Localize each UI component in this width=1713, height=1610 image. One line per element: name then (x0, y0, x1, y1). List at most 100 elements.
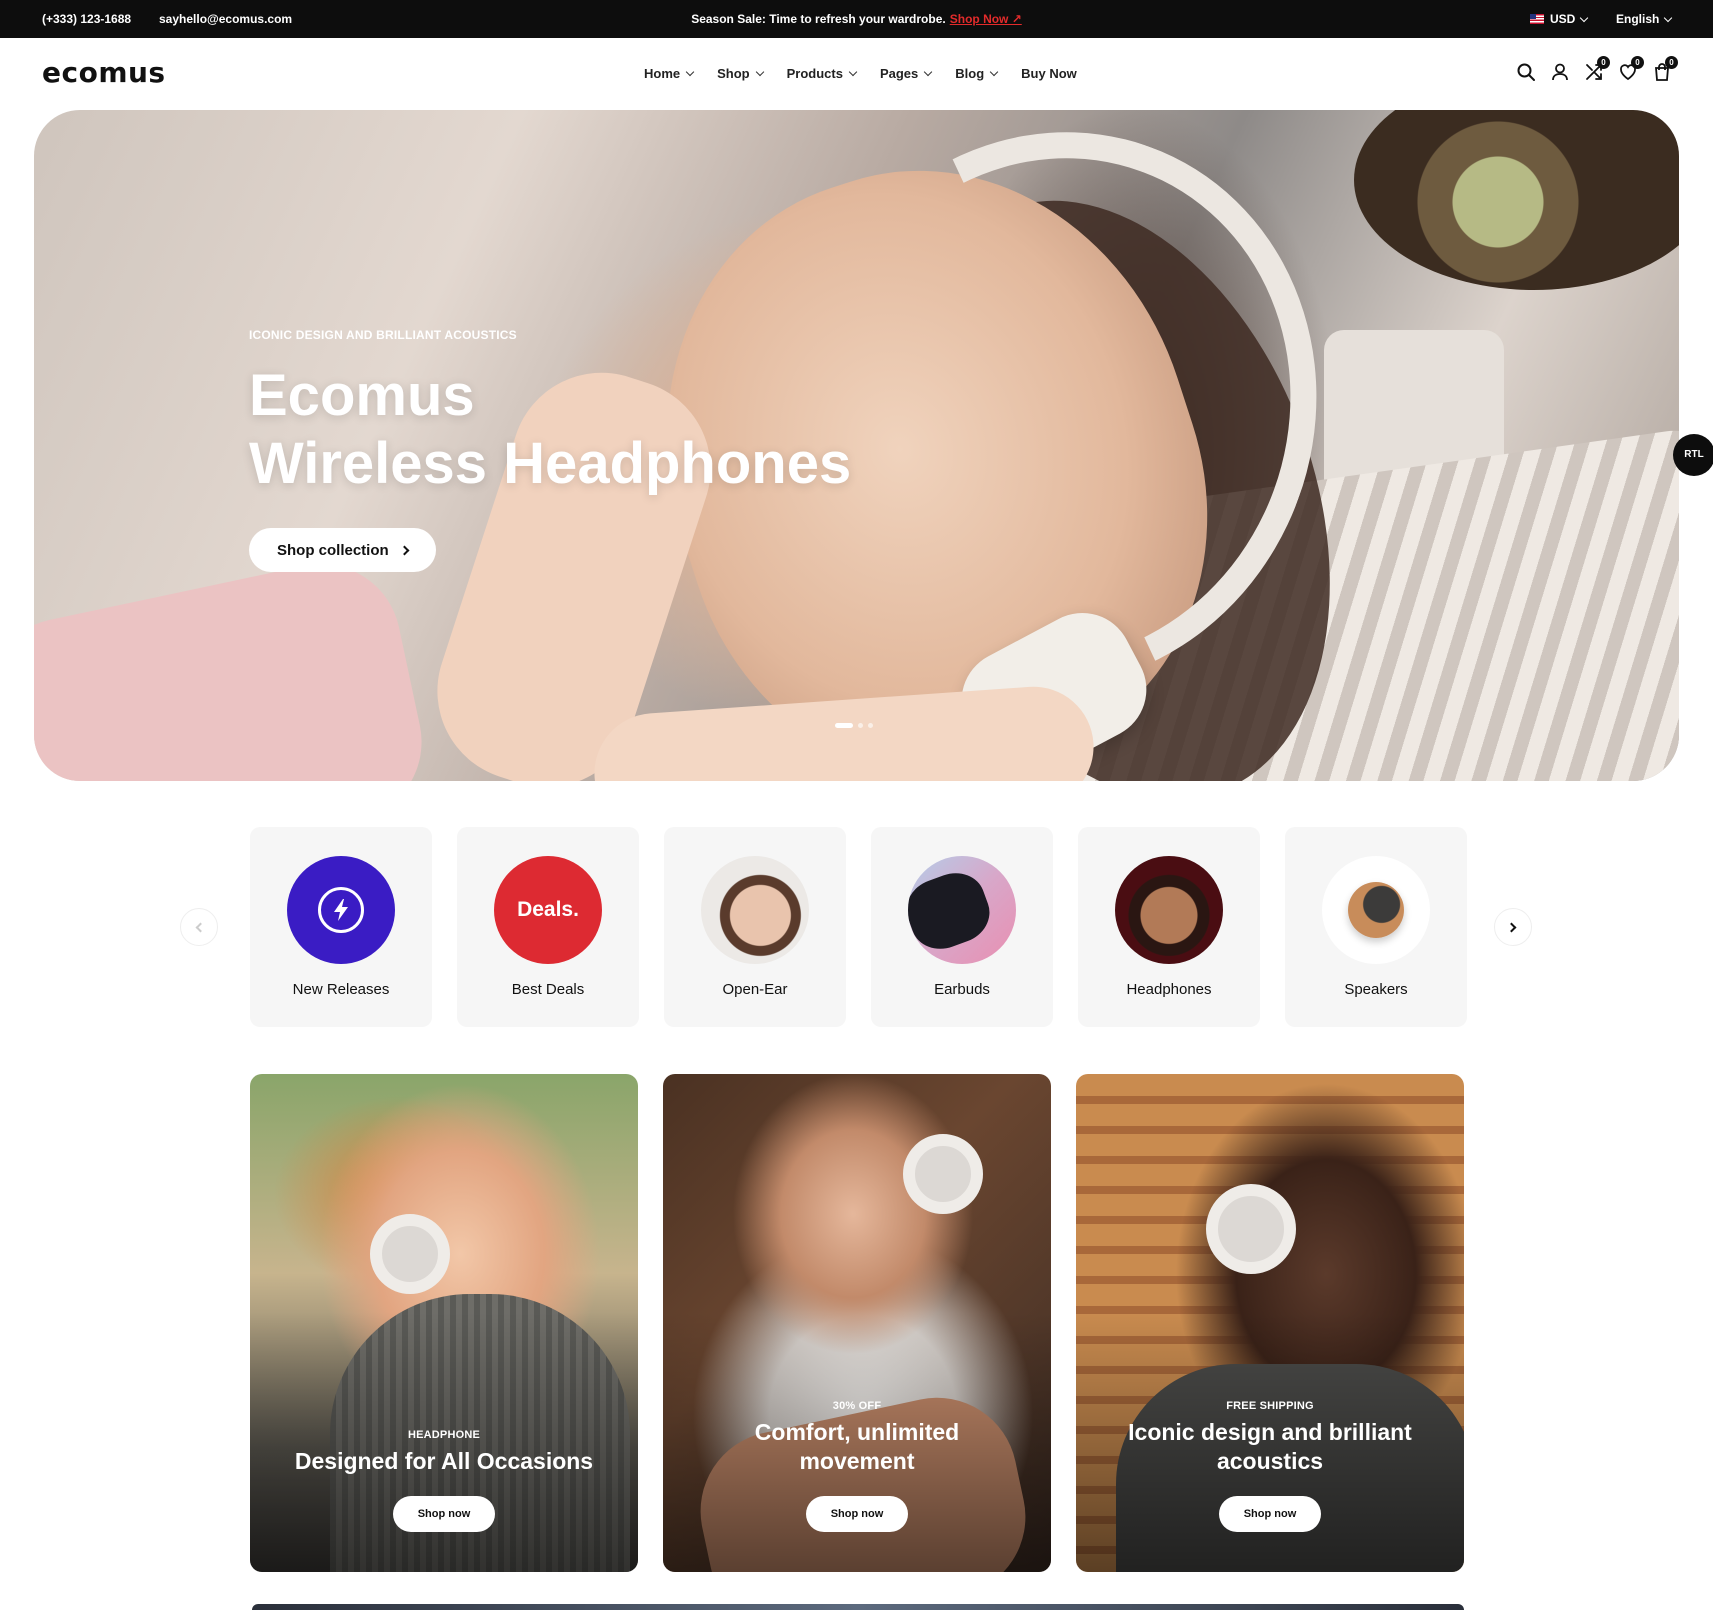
hero-content: ICONIC DESIGN AND BRILLIANT ACOUSTICS Ec… (249, 328, 851, 572)
promo-text: Season Sale: Time to refresh your wardro… (691, 12, 946, 26)
currency-selector[interactable]: USD (1530, 12, 1589, 26)
category-open-ear[interactable]: Open-Ear (664, 827, 846, 1027)
speakers-image (1322, 856, 1430, 964)
account-icon[interactable] (1550, 62, 1570, 84)
nav-item-pages[interactable]: Pages (879, 66, 933, 81)
chevron-right-icon (399, 545, 410, 555)
promo-heading: Comfort, unlimited movement (754, 1419, 960, 1474)
category-label: New Releases (292, 981, 390, 998)
nav-item-home[interactable]: Home (644, 66, 695, 81)
next-section-banner (252, 1604, 1464, 1610)
slider-dot-3[interactable] (868, 723, 873, 728)
categories-prev-button[interactable] (180, 908, 218, 946)
category-label: Earbuds (934, 981, 990, 998)
shop-now-link[interactable]: Shop Now ↗ (950, 12, 1022, 26)
shop-now-button[interactable]: Shop now (392, 1496, 496, 1532)
headphone-earcup-image (370, 1214, 450, 1294)
cart-icon[interactable]: 0 (1652, 56, 1678, 84)
nav-label: Blog (955, 66, 985, 81)
hero-image-sleeve (34, 549, 437, 781)
nav-label: Home (644, 66, 681, 81)
chevron-down-icon (755, 67, 764, 77)
category-earbuds[interactable]: Earbuds (871, 827, 1053, 1027)
category-speakers[interactable]: Speakers (1285, 827, 1467, 1027)
lightning-icon (318, 887, 364, 933)
nav-item-shop[interactable]: Shop (717, 66, 764, 81)
shop-collection-button[interactable]: Shop collection (249, 528, 436, 572)
category-new-releases[interactable]: New Releases (250, 827, 432, 1027)
us-flag-icon (1530, 14, 1544, 24)
nav-label: Products (786, 66, 843, 81)
promo-text-block: HEADPHONE Designed for All Occasions Sho… (250, 1429, 638, 1532)
rtl-toggle-button[interactable]: RTL (1673, 434, 1713, 476)
language-label: English (1616, 12, 1660, 26)
open-ear-image (701, 856, 809, 964)
headphone-earcup-image (1206, 1184, 1296, 1274)
categories-next-button[interactable] (1494, 908, 1532, 946)
headphones-image (1115, 856, 1223, 964)
promo-heading: Designed for All Occasions (294, 1448, 594, 1474)
hero-eyebrow: ICONIC DESIGN AND BRILLIANT ACOUSTICS (249, 328, 517, 342)
chevron-down-icon (1664, 13, 1673, 22)
nav-label: Shop (717, 66, 750, 81)
wishlist-count-badge: 0 (1631, 56, 1644, 69)
chevron-left-icon (195, 922, 206, 932)
promo-card[interactable]: HEADPHONE Designed for All Occasions Sho… (250, 1074, 638, 1572)
headphone-earcup-image (903, 1134, 983, 1214)
chevron-right-icon (1506, 922, 1517, 932)
promo-text-block: FREE SHIPPING Iconic design and brillian… (1076, 1400, 1464, 1532)
slider-dot-1[interactable] (835, 723, 853, 728)
chevron-down-icon (1580, 13, 1589, 22)
chevron-down-icon (989, 67, 999, 77)
new-releases-image (287, 856, 395, 964)
nav-label: Buy Now (1021, 66, 1077, 81)
category-best-deals[interactable]: Deals. Best Deals (457, 827, 639, 1027)
header-icons: 0 0 0 (1516, 56, 1678, 84)
wishlist-icon[interactable]: 0 (1618, 56, 1644, 84)
category-headphones[interactable]: Headphones (1078, 827, 1260, 1027)
promo-eyebrow: 30% OFF (832, 1400, 882, 1412)
promo-eyebrow: FREE SHIPPING (1226, 1400, 1314, 1412)
chevron-down-icon (848, 67, 858, 77)
compare-icon[interactable]: 0 (1584, 56, 1610, 84)
deals-badge-image: Deals. (494, 856, 602, 964)
promo-eyebrow: HEADPHONE (407, 1429, 481, 1441)
chevron-down-icon (924, 67, 933, 77)
main-nav: Home Shop Products Pages Blog Buy Now (644, 66, 1101, 81)
promo-text-block: 30% OFF Comfort, unlimited movement Shop… (663, 1400, 1051, 1532)
category-label: Best Deals (511, 981, 585, 998)
hero-slider: ICONIC DESIGN AND BRILLIANT ACOUSTICS Ec… (34, 110, 1679, 781)
cart-count-badge: 0 (1665, 56, 1678, 69)
earbuds-image (908, 856, 1016, 964)
promo-card[interactable]: FREE SHIPPING Iconic design and brillian… (1076, 1074, 1464, 1572)
category-label: Open-Ear (722, 981, 788, 998)
shop-now-button[interactable]: Shop now (805, 1496, 909, 1532)
shop-now-button[interactable]: Shop now (1218, 1496, 1322, 1532)
promo-banners: HEADPHONE Designed for All Occasions Sho… (250, 1074, 1464, 1572)
hero-title: Ecomus Wireless Headphones (249, 362, 851, 498)
site-logo[interactable]: ecomus (42, 56, 166, 89)
cta-label: Shop collection (277, 541, 389, 559)
language-selector[interactable]: English (1616, 12, 1673, 26)
category-label: Speakers (1344, 981, 1408, 998)
announcement-bar: (+333) 123-1688 sayhello@ecomus.com Seas… (0, 0, 1713, 38)
promo-heading: Iconic design and brilliant acoustics (1128, 1419, 1412, 1474)
nav-item-products[interactable]: Products (786, 66, 858, 81)
slider-pagination (835, 723, 873, 728)
search-icon[interactable] (1516, 62, 1536, 84)
slider-dot-2[interactable] (858, 723, 863, 728)
chevron-down-icon (685, 67, 695, 77)
category-carousel: New Releases Deals. Best Deals Open-Ear … (250, 827, 1467, 1027)
promo-message: Season Sale: Time to refresh your wardro… (0, 12, 1713, 26)
nav-item-buy-now[interactable]: Buy Now (1021, 66, 1077, 81)
nav-item-blog[interactable]: Blog (955, 66, 999, 81)
hero-image-bowl (1354, 110, 1679, 290)
hero-title-line1: Ecomus (249, 363, 475, 428)
category-label: Headphones (1126, 981, 1212, 998)
nav-label: Pages (879, 66, 919, 81)
promo-card[interactable]: 30% OFF Comfort, unlimited movement Shop… (663, 1074, 1051, 1572)
speaker-image (1348, 882, 1404, 938)
site-header: ecomus Home Shop Products Pages Blog Buy… (0, 38, 1713, 110)
compare-count-badge: 0 (1597, 56, 1610, 69)
hero-title-line2: Wireless Headphones (249, 431, 852, 496)
